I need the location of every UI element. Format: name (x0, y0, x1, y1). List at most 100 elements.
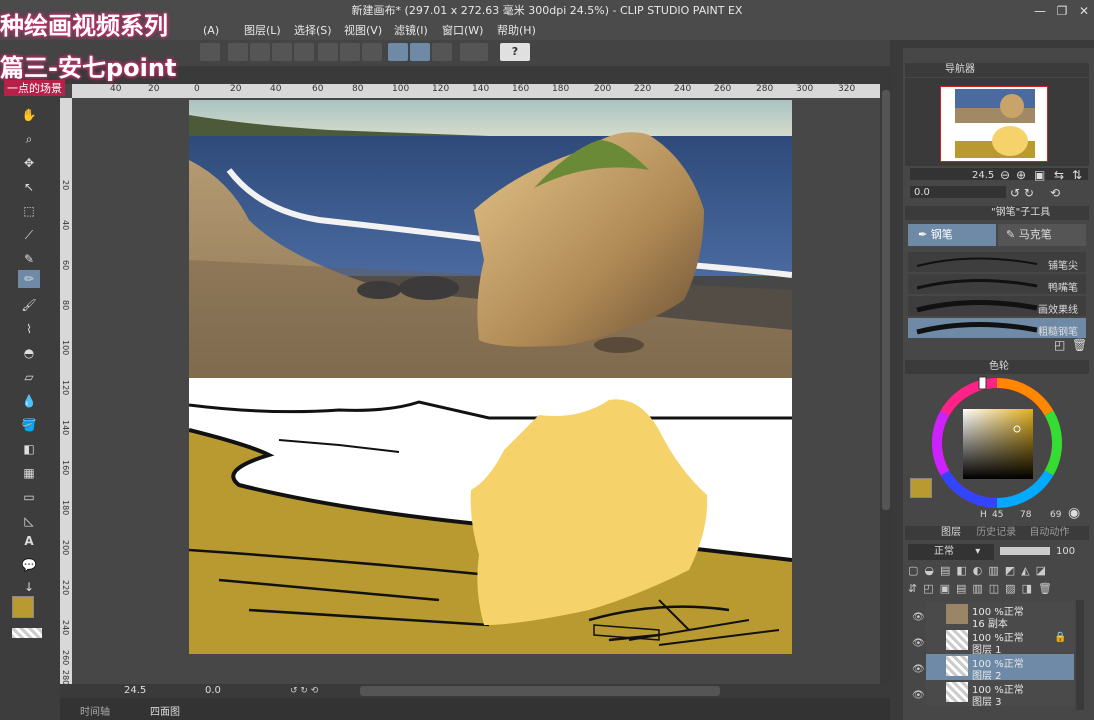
layer-row[interactable]: 100 %正常 图层 1 🔒 (926, 628, 1074, 656)
hand-tool-icon[interactable]: ✋ (18, 106, 40, 124)
lasso-tool-icon[interactable]: ⬚ (18, 202, 40, 220)
visibility-eye-icon[interactable]: 👁 (912, 612, 925, 623)
main-color-swatch[interactable] (12, 596, 34, 618)
ruler-tick: 100 (61, 340, 70, 356)
fill-tool-icon[interactable]: 🪣 (18, 416, 40, 434)
reference-pebble (399, 276, 459, 300)
help-icon[interactable]: ? (500, 43, 530, 61)
frame-tool-icon[interactable]: ▭ (18, 488, 40, 506)
brush-item[interactable]: 画效果线 (908, 296, 1086, 316)
navigator-thumbnail[interactable] (940, 86, 1048, 162)
snap-grid-icon[interactable] (362, 43, 382, 61)
opacity-value[interactable]: 100 (1056, 546, 1075, 557)
layer-toolbar-icons[interactable]: ▢◒▤◧◐▥◩◭◪ (908, 564, 1084, 578)
pen-mode3-icon[interactable] (432, 43, 452, 61)
menu-help[interactable]: 帮助(H) (497, 22, 536, 40)
snap-icon[interactable] (318, 43, 338, 61)
clear-icon[interactable] (272, 43, 292, 61)
visibility-eye-icon[interactable]: 👁 (912, 638, 925, 649)
eraser-tool-icon[interactable]: ▱ (18, 368, 40, 386)
fit-screen-icon[interactable]: ▣ (1034, 168, 1045, 182)
zoom-value[interactable]: 24.5 (124, 685, 146, 696)
rotation-value[interactable]: 0.0 (205, 685, 221, 696)
ruler-tick: 20 (230, 84, 242, 94)
rotate-buttons-icon[interactable]: ↺ ↻ ⟲ (290, 686, 340, 696)
subtool-tab-pen[interactable]: ✒ 钢笔 (908, 224, 996, 246)
zoom-out-icon[interactable]: ⊖ (1000, 168, 1010, 182)
deselect-icon[interactable] (228, 43, 248, 61)
pen-tool-icon[interactable]: ✎ (18, 250, 40, 268)
correct-line-tool-icon[interactable]: ↓ (18, 578, 40, 596)
tab-timeline[interactable]: 时间轴 (80, 703, 110, 718)
figure-tool-icon[interactable]: ▦ (18, 464, 40, 482)
layer-row[interactable]: 100 %正常 图层 3 (926, 680, 1074, 708)
subtool-tab-marker-label: 马克笔 (1018, 228, 1052, 241)
balloon-tool-icon[interactable]: 💬 (18, 556, 40, 574)
reset-rotation-icon[interactable]: ⟲ (1050, 186, 1060, 200)
brush-item[interactable]: 鸭嘴笔 (908, 274, 1086, 294)
layer-scrollbar[interactable] (1076, 600, 1084, 710)
brush-item-selected[interactable]: 粗糙钢笔 (908, 318, 1086, 338)
layer-row-selected[interactable]: 100 %正常 图层 2 (926, 654, 1074, 682)
flip-vertical-icon[interactable]: ⇅ (1072, 168, 1082, 182)
layer-toolbar2-icons[interactable]: ⇵◰▣▤▥◫▨◨🗑 (908, 582, 1084, 596)
transparent-color-swatch[interactable] (12, 628, 42, 638)
horizontal-scrollbar[interactable] (360, 686, 720, 696)
move-tool-icon[interactable]: ✥ (18, 154, 40, 172)
ruler-tick: 40 (270, 84, 282, 94)
gradient-tool-icon[interactable]: ◧ (18, 440, 40, 458)
snap-ruler-icon[interactable] (340, 43, 360, 61)
restore-icon[interactable]: ❐ (1052, 2, 1072, 20)
layer-row[interactable]: 100 %正常 16 副本 (926, 602, 1074, 630)
menu-layer[interactable]: 图层(L) (244, 22, 281, 40)
undo-icon[interactable] (200, 43, 220, 61)
add-subtool-icon[interactable]: ◰ (1054, 338, 1065, 352)
ruler-tool-icon[interactable]: ◺ (18, 512, 40, 530)
blend-tool-icon[interactable]: 💧 (18, 392, 40, 410)
brush-label: 画效果线 (1038, 305, 1078, 316)
subtool-tab-marker[interactable]: ✎ 马克笔 (998, 224, 1086, 246)
tab-four-view[interactable]: 四面图 (150, 703, 180, 718)
panel-main-color[interactable] (910, 478, 932, 498)
settings-dropdown-icon[interactable] (460, 43, 488, 61)
ruler-tick: 280 (61, 670, 70, 686)
pen-mode-icon[interactable] (388, 43, 408, 61)
text-tool-icon[interactable]: A (18, 532, 40, 550)
airbrush-tool-icon[interactable]: ⌇ (18, 320, 40, 338)
select-all-icon[interactable] (250, 43, 270, 61)
layer-tab[interactable]: 图层 (941, 527, 961, 538)
visibility-eye-icon[interactable]: 👁 (912, 690, 925, 701)
visibility-eye-icon[interactable]: 👁 (912, 664, 925, 675)
drawing-canvas[interactable] (189, 100, 792, 654)
color-mode-icon[interactable]: ◉ (1068, 505, 1080, 521)
transform-icon[interactable] (294, 43, 314, 61)
menu-animation[interactable]: (A) (203, 22, 219, 40)
menu-filter[interactable]: 滤镜(I) (394, 22, 428, 40)
history-tab[interactable]: 历史记录 (976, 527, 1016, 538)
operation-tool-icon[interactable]: ↖ (18, 178, 40, 196)
color-wheel[interactable] (930, 376, 1064, 510)
menu-view[interactable]: 视图(V) (344, 22, 382, 40)
flip-horizontal-icon[interactable]: ⇆ (1054, 168, 1064, 182)
auto-action-tab[interactable]: 自动动作 (1029, 527, 1069, 538)
brush-item[interactable]: 铺笔尖 (908, 252, 1086, 272)
zoom-tool-icon[interactable]: ⌕ (18, 130, 40, 148)
pencil-tool-icon[interactable]: ✏ (18, 270, 40, 288)
rotate-left-icon[interactable]: ↺ ↻ (1010, 186, 1034, 200)
pen-mode2-icon[interactable] (410, 43, 430, 61)
lock-icon[interactable]: 🔒 (1054, 632, 1066, 643)
decoration-tool-icon[interactable]: ◓ (18, 344, 40, 362)
minimize-icon[interactable]: — (1030, 2, 1050, 20)
opacity-slider[interactable] (1000, 547, 1050, 555)
delete-subtool-icon[interactable]: 🗑 (1072, 338, 1087, 352)
menu-window[interactable]: 窗口(W) (442, 22, 483, 40)
menu-select[interactable]: 选择(S) (294, 22, 332, 40)
zoom-in-icon[interactable]: ⊕ (1016, 168, 1026, 182)
blend-mode-select[interactable]: 正常 ▾ (908, 544, 994, 560)
brush-tool-icon[interactable]: 🖌 (18, 296, 40, 314)
subtool-tab-pen-label: 钢笔 (930, 228, 953, 241)
close-icon[interactable]: ✕ (1074, 2, 1094, 20)
vertical-scroll-thumb[interactable] (882, 90, 890, 510)
eyedropper-icon[interactable]: ⟋ (18, 226, 40, 244)
ruler-tick: 100 (392, 84, 410, 94)
